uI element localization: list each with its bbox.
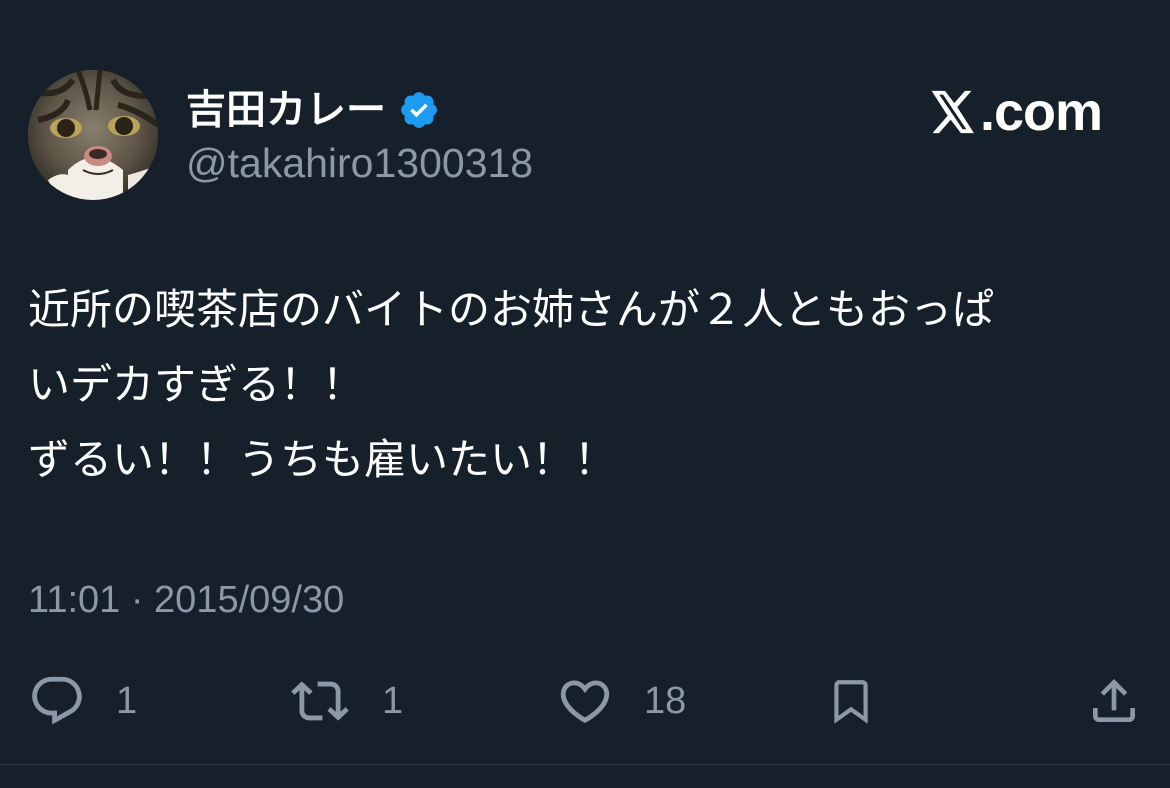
retweet-button[interactable]: 1 (288, 668, 403, 734)
display-name[interactable]: 吉田カレー (186, 82, 386, 138)
share-icon (1093, 679, 1135, 722)
bookmark-icon (834, 680, 868, 724)
like-count: 18 (644, 679, 687, 722)
x-brand-logo: .com (930, 82, 1103, 142)
x-logo-domain: .com (979, 82, 1103, 142)
tweet-timestamp[interactable]: 11:01 · 2015/09/30 (28, 576, 344, 624)
x-logo-icon (931, 90, 974, 134)
retweet-count: 1 (382, 679, 404, 722)
bottom-divider (0, 764, 1170, 765)
verified-badge-icon (398, 89, 440, 131)
share-button[interactable] (1086, 668, 1142, 734)
tweet-text-line: 近所の喫茶店のバイトのお姉さんが２人ともおっぱ (28, 285, 995, 334)
tweet-text-line: いデカすぎる！！ (28, 360, 365, 409)
heart-icon (560, 680, 610, 724)
avatar[interactable] (28, 70, 158, 200)
user-name-row[interactable]: 吉田カレー (186, 82, 440, 138)
cat-avatar-image (28, 70, 158, 200)
bookmark-button[interactable] (826, 668, 876, 734)
reply-count: 1 (116, 679, 138, 722)
reply-button[interactable]: 1 (28, 668, 137, 734)
tweet-text: 近所の喫茶店のバイトのお姉さんが２人ともおっぱ いデカすぎる！！ ずるい！！うち… (28, 272, 1148, 497)
tweet-text-line: ずるい！！うちも雇いたい！！ (28, 435, 617, 484)
reply-icon (32, 676, 82, 725)
user-handle[interactable]: @takahiro1300318 (186, 138, 533, 188)
retweet-icon (291, 681, 349, 721)
like-button[interactable]: 18 (556, 668, 686, 734)
